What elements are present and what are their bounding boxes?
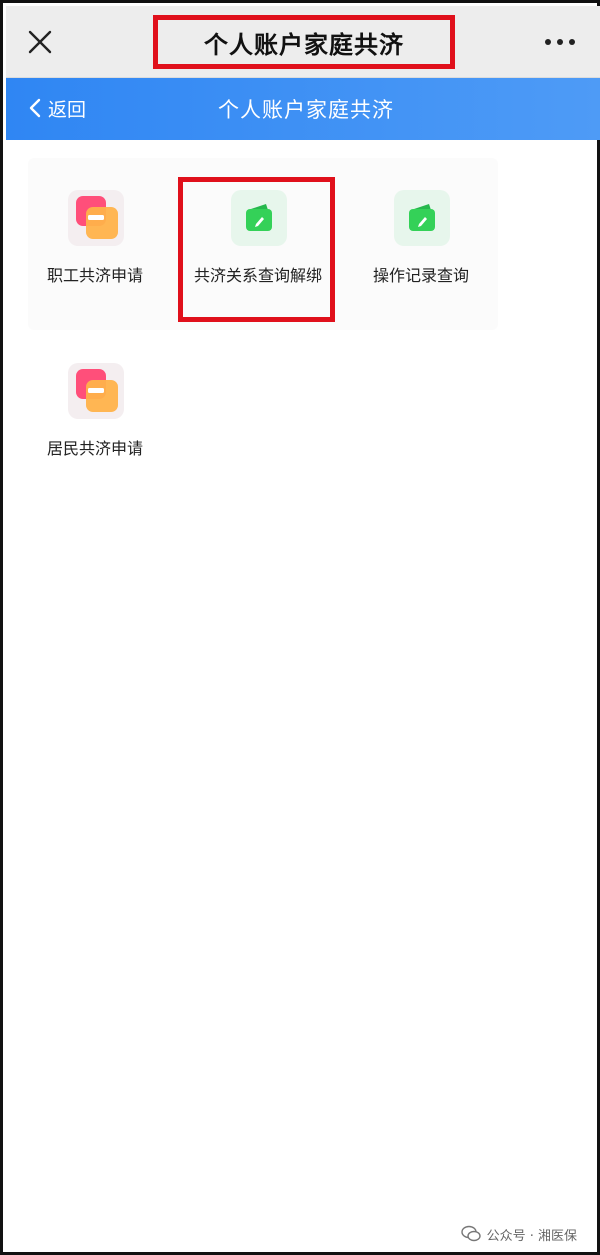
service-label: 共济关系查询解绑: [193, 266, 322, 285]
service-tile-operation-records[interactable]: 操作记录查询: [346, 158, 496, 298]
service-tile-employee-apply[interactable]: 职工共济申请: [20, 158, 170, 298]
wallet-edit-icon: [231, 190, 287, 246]
application-card-icon: [68, 190, 124, 246]
page-title: 个人账户家庭共济: [218, 98, 394, 122]
app-frame: 个人账户家庭共济 返回 个人账户家庭共济 职工共济申请 共济关系查询解绑 操作记…: [0, 0, 600, 1255]
wechat-icon: [460, 1225, 481, 1242]
close-icon: [28, 30, 52, 54]
more-options-button[interactable]: [542, 32, 578, 52]
wallet-edit-icon: [394, 190, 450, 246]
application-card-icon: [68, 363, 124, 419]
back-label: 返回: [48, 98, 87, 121]
service-label: 操作记录查询: [372, 266, 469, 285]
nav-bar: 返回 个人账户家庭共济: [6, 78, 600, 140]
chevron-left-icon: [29, 98, 41, 118]
service-label: 职工共济申请: [46, 266, 143, 285]
back-button[interactable]: 返回: [28, 92, 86, 124]
window-title: 个人账户家庭共济: [153, 15, 455, 69]
watermark: 公众号 · 湘医保: [460, 1223, 577, 1245]
watermark-text: 公众号 · 湘医保: [486, 1228, 577, 1244]
service-tile-resident-apply[interactable]: 居民共济申请: [20, 331, 170, 471]
service-label: 居民共济申请: [46, 439, 143, 458]
service-tile-relation-query-unbind[interactable]: 共济关系查询解绑: [183, 158, 333, 298]
more-horizontal-icon: [545, 39, 575, 45]
close-button[interactable]: [26, 28, 54, 56]
